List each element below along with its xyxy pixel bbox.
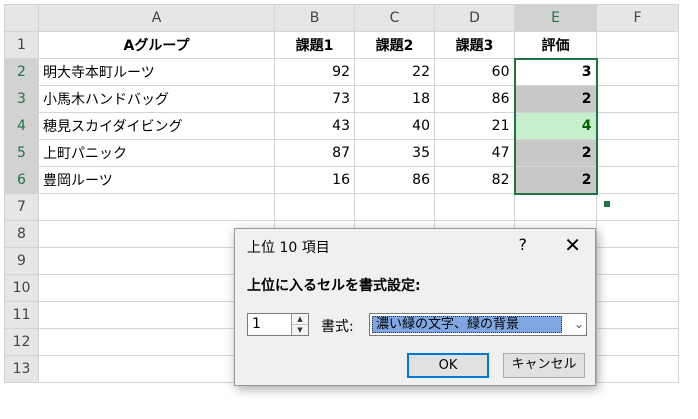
cell-rating-highlighted[interactable]: 4 (513, 112, 598, 140)
column-header-d[interactable]: D (434, 4, 515, 32)
count-value[interactable]: 1 (252, 316, 261, 332)
column-header-a[interactable]: A (38, 4, 275, 32)
row-header[interactable]: 10 (4, 274, 39, 302)
cell-task2[interactable]: 22 (354, 58, 435, 86)
cell-task2[interactable]: 35 (354, 139, 435, 167)
cell[interactable] (596, 328, 679, 356)
chevron-down-icon[interactable]: ⌄ (574, 317, 584, 331)
row-header[interactable]: 9 (4, 247, 39, 275)
cell-task3[interactable]: 60 (434, 58, 515, 86)
row-header[interactable]: 11 (4, 301, 39, 329)
cell-task3[interactable]: 21 (434, 112, 515, 140)
cell[interactable] (596, 58, 679, 86)
cell-task3[interactable]: 82 (434, 166, 515, 194)
close-icon[interactable]: ✕ (564, 233, 581, 257)
row-header[interactable]: 5 (4, 139, 39, 167)
top-10-items-dialog: 上位 10 項目 ? ✕ 上位に入るセルを書式設定: 1 ▲ ▼ 書式: 濃い緑… (234, 228, 596, 386)
header-cell-task2[interactable]: 課題2 (354, 31, 435, 59)
spinner-buttons: ▲ ▼ (291, 314, 308, 335)
header-cell-rating[interactable]: 評価 (514, 31, 597, 59)
format-selected-value[interactable]: 濃い緑の文字、緑の背景 (372, 316, 562, 333)
column-header-c[interactable]: C (354, 4, 435, 32)
cell-task1[interactable]: 43 (274, 112, 355, 140)
cell-task3[interactable]: 86 (434, 85, 515, 113)
dialog-prompt: 上位に入るセルを書式設定: (247, 278, 421, 294)
header-cell-group[interactable]: Aグループ (38, 31, 275, 59)
cell-task1[interactable]: 92 (274, 58, 355, 86)
header-cell-task1[interactable]: 課題1 (274, 31, 355, 59)
count-spinner[interactable]: 1 ▲ ▼ (247, 313, 309, 336)
format-select[interactable]: 濃い緑の文字、緑の背景 ⌄ (369, 313, 587, 336)
cell[interactable] (596, 139, 679, 167)
header-cell-task3[interactable]: 課題3 (434, 31, 515, 59)
cell-group-name[interactable]: 穂見スカイダイビング (38, 112, 275, 140)
cell[interactable] (514, 193, 597, 221)
row-header[interactable]: 2 (4, 58, 39, 86)
spin-up-icon[interactable]: ▲ (292, 314, 308, 325)
cell-task1[interactable]: 73 (274, 85, 355, 113)
cell[interactable] (596, 85, 679, 113)
cell[interactable] (596, 355, 679, 383)
cancel-button[interactable]: キャンセル (503, 353, 585, 378)
help-icon[interactable]: ? (519, 235, 528, 254)
cell-task2[interactable]: 40 (354, 112, 435, 140)
column-header-f[interactable]: F (596, 4, 679, 32)
cell-task2[interactable]: 18 (354, 85, 435, 113)
cell-rating[interactable]: 2 (513, 139, 598, 167)
cell-task1[interactable]: 16 (274, 166, 355, 194)
cell[interactable] (274, 193, 355, 221)
format-label: 書式: (321, 319, 354, 335)
cell-group-name[interactable]: 豊岡ルーツ (38, 166, 275, 194)
cell-rating[interactable]: 3 (513, 57, 598, 86)
cell[interactable] (596, 166, 679, 194)
cell-task1[interactable]: 87 (274, 139, 355, 167)
column-header-b[interactable]: B (274, 4, 355, 32)
fill-handle[interactable] (603, 200, 611, 208)
column-header-e[interactable]: E (514, 4, 597, 32)
row-header[interactable]: 7 (4, 193, 39, 221)
cell[interactable] (596, 247, 679, 275)
dialog-title: 上位 10 項目 (247, 240, 330, 256)
spin-down-icon[interactable]: ▼ (292, 325, 308, 335)
row-header[interactable]: 3 (4, 85, 39, 113)
ok-button[interactable]: OK (407, 353, 489, 378)
cell[interactable] (596, 112, 679, 140)
cell[interactable] (354, 193, 435, 221)
cell-group-name[interactable]: 上町パニック (38, 139, 275, 167)
cell-rating[interactable]: 2 (513, 166, 598, 195)
cell-group-name[interactable]: 小馬木ハンドバッグ (38, 85, 275, 113)
cell-task2[interactable]: 86 (354, 166, 435, 194)
select-all-corner[interactable] (4, 4, 39, 32)
row-header[interactable]: 1 (4, 31, 39, 59)
cell[interactable] (38, 193, 275, 221)
row-header[interactable]: 13 (4, 355, 39, 383)
cell[interactable] (596, 31, 679, 59)
cell[interactable] (596, 220, 679, 248)
cell-group-name[interactable]: 明大寺本町ルーツ (38, 58, 275, 86)
row-header[interactable]: 4 (4, 112, 39, 140)
cell[interactable] (596, 274, 679, 302)
cell-task3[interactable]: 47 (434, 139, 515, 167)
row-header[interactable]: 12 (4, 328, 39, 356)
cell[interactable] (434, 193, 515, 221)
cell[interactable] (596, 301, 679, 329)
row-header[interactable]: 8 (4, 220, 39, 248)
cell-rating[interactable]: 2 (513, 85, 598, 113)
row-header[interactable]: 6 (4, 166, 39, 194)
